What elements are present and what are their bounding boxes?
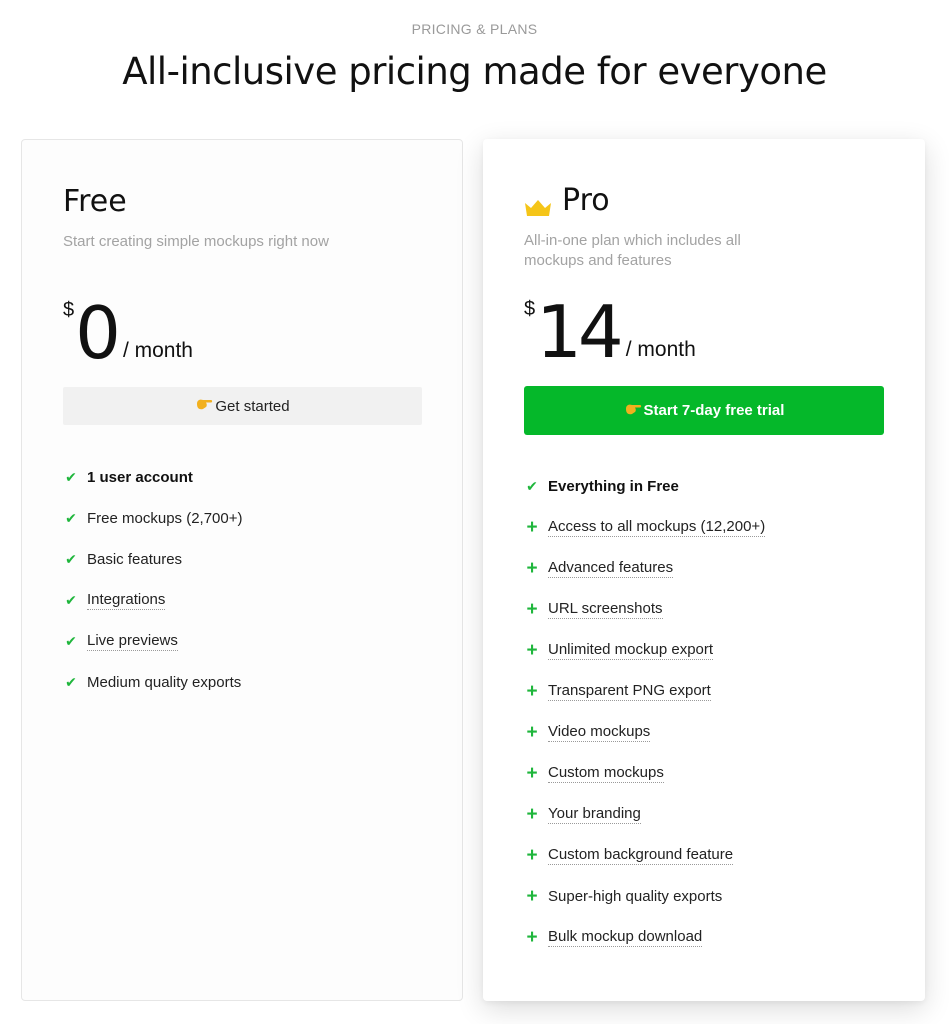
plan-name-label: Free (63, 184, 127, 219)
price-period: / month (122, 339, 193, 362)
plan-description: Start creating simple mockups right now (63, 233, 329, 250)
feature-label: Medium quality exports (87, 674, 242, 691)
feature-label: Basic features (87, 551, 183, 568)
plus-icon: + (526, 721, 538, 743)
feature-item: + Custom background feature (524, 835, 765, 876)
plus-icon: + (526, 926, 538, 948)
start-free-trial-label: Start 7-day free trial (643, 402, 785, 419)
feature-list: ✔ Everything in Free + Access to all mocku… (524, 466, 766, 958)
feature-item: ✔ Basic features (63, 539, 243, 580)
feature-tooltip-link[interactable]: Bulk mockup download (548, 928, 703, 947)
feature-tooltip-link[interactable]: Advanced features (548, 559, 674, 578)
feature-item: + Bulk mockup download (524, 917, 765, 958)
feature-item: + Transparent PNG export (524, 671, 765, 712)
section-eyebrow: PRICING & PLANS (411, 21, 538, 37)
feature-item: + Unlimited mockup export (524, 630, 765, 671)
plan-name: Pro (524, 183, 610, 218)
check-icon: ✔ (65, 551, 77, 567)
get-started-button[interactable]: Get started (63, 387, 422, 425)
feature-tooltip-link[interactable]: Live previews (87, 632, 178, 651)
feature-label: Super-high quality exports (548, 888, 723, 905)
check-icon: ✔ (65, 510, 77, 526)
plan-name-label: Pro (562, 183, 610, 218)
check-icon: ✔ (65, 469, 77, 485)
feature-item: + Access to all mockups (12,200+) (524, 507, 766, 548)
crown-icon (524, 191, 552, 216)
plan-price: $ 0 / month (63, 291, 193, 375)
feature-item: + Super-high quality exports (524, 876, 765, 917)
feature-list: ✔ 1 user account ✔ Free mockups (2,700+) ✔… (63, 457, 243, 703)
feature-tooltip-link[interactable]: Your branding (548, 805, 641, 824)
feature-item: + Video mockups (524, 712, 765, 753)
page-title: All-inclusive pricing made for everyone (122, 50, 827, 93)
plus-icon: + (526, 844, 538, 866)
plan-description: All-in-one plan which includes all mocku… (524, 232, 741, 269)
feature-item: ✔ Medium quality exports (63, 662, 243, 703)
feature-item: ✔ Integrations (63, 580, 243, 621)
feature-label: 1 user account (87, 469, 193, 486)
check-icon: ✔ (65, 633, 77, 649)
check-icon: ✔ (65, 592, 77, 608)
feature-tooltip-link[interactable]: Unlimited mockup export (548, 641, 714, 660)
plus-icon: + (526, 598, 538, 620)
price-amount: 14 (536, 290, 624, 374)
price-amount: 0 (75, 291, 121, 375)
plus-icon: + (526, 803, 538, 825)
plus-icon: + (526, 762, 538, 784)
feature-tooltip-link[interactable]: Integrations (87, 591, 166, 610)
feature-item: ✔ 1 user account (63, 457, 243, 498)
feature-item: + URL screenshots (524, 589, 765, 630)
plan-price: $ 14 / month (524, 290, 696, 374)
feature-tooltip-link[interactable]: Video mockups (548, 723, 651, 742)
pointing-hand-icon (624, 402, 642, 420)
plus-icon: + (526, 516, 538, 538)
plus-icon: + (526, 680, 538, 702)
plus-icon: + (526, 557, 538, 579)
feature-item: ✔ Free mockups (2,700+) (63, 498, 243, 539)
feature-tooltip-link[interactable]: URL screenshots (548, 600, 663, 619)
price-currency: $ (524, 298, 536, 320)
plan-card-free: Free Start creating simple mockups right… (21, 139, 463, 1001)
feature-label: Free mockups (2,700+) (87, 510, 243, 527)
feature-item: + Advanced features (524, 548, 765, 589)
plus-icon: + (526, 885, 538, 907)
check-icon: ✔ (65, 674, 77, 690)
feature-item: + Your branding (524, 794, 765, 835)
check-icon: ✔ (526, 478, 538, 494)
price-currency: $ (63, 299, 75, 321)
get-started-label: Get started (215, 397, 290, 415)
feature-tooltip-link[interactable]: Custom background feature (548, 846, 734, 865)
feature-tooltip-link[interactable]: Access to all mockups (12,200+) (548, 518, 766, 537)
feature-label: Everything in Free (548, 478, 679, 495)
feature-item: ✔ Live previews (63, 621, 243, 662)
start-free-trial-button[interactable]: Start 7-day free trial (524, 386, 884, 435)
feature-tooltip-link[interactable]: Transparent PNG export (548, 682, 711, 701)
feature-tooltip-link[interactable]: Custom mockups (548, 764, 664, 783)
plus-icon: + (526, 639, 538, 661)
feature-item: ✔ Everything in Free (524, 466, 765, 507)
plan-card-pro: Pro All-in-one plan which includes all m… (483, 139, 925, 1001)
pointing-hand-icon (195, 397, 213, 415)
price-period: / month (625, 338, 696, 361)
feature-item: + Custom mockups (524, 753, 765, 794)
plan-name: Free (63, 184, 127, 219)
